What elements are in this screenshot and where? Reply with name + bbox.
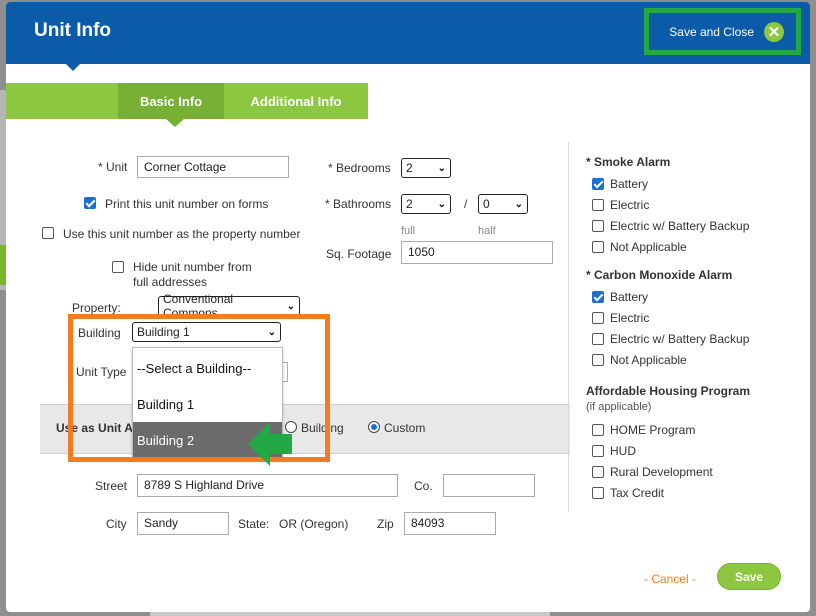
bedrooms-select[interactable]: 2 ⌄ (401, 158, 451, 178)
co-na-checkbox[interactable] (592, 354, 604, 366)
home-program-label: HOME Program (610, 423, 696, 437)
state-value: OR (Oregon) (279, 517, 349, 531)
state-label: State: (238, 517, 270, 531)
street-label: Street (95, 479, 128, 493)
tab-additional-info[interactable]: Additional Info (224, 83, 368, 119)
active-tab-indicator (166, 119, 184, 127)
modal-title: Unit Info (34, 20, 112, 41)
radio-custom[interactable] (368, 421, 380, 433)
bathrooms-half-value: 0 (483, 197, 490, 211)
smoke-battery-checkbox[interactable] (592, 178, 604, 190)
use-as-property-label: Use this unit number as the property num… (63, 227, 301, 241)
chevron-down-icon: ⌄ (514, 198, 523, 210)
home-program-checkbox[interactable] (592, 424, 604, 436)
radio-custom-label: Custom (384, 421, 426, 435)
smoke-na-label: Not Applicable (610, 240, 687, 254)
smoke-na-checkbox[interactable] (592, 241, 604, 253)
print-unit-checkbox[interactable] (84, 197, 96, 209)
pointer-arrow-icon (248, 422, 292, 466)
hud-label: HUD (610, 444, 636, 458)
bathrooms-half-select[interactable]: 0 ⌄ (478, 194, 528, 214)
hide-unit-label-line2: full addresses (133, 275, 208, 289)
rural-development-checkbox[interactable] (592, 466, 604, 478)
smoke-battery-label: Battery (610, 177, 649, 191)
county-input[interactable] (443, 474, 535, 497)
chevron-down-icon: ⌄ (437, 198, 446, 210)
cancel-link[interactable]: - Cancel - (644, 572, 696, 586)
chevron-down-icon: ⌄ (286, 300, 295, 312)
header-notch (64, 62, 82, 71)
zip-label: Zip (377, 517, 394, 531)
hud-checkbox[interactable] (592, 445, 604, 457)
print-unit-label: Print this unit number on forms (105, 197, 269, 211)
smoke-electric-backup-checkbox[interactable] (592, 220, 604, 232)
chevron-down-icon: ⌄ (437, 162, 446, 174)
street-input[interactable]: 8789 S Highland Drive (137, 474, 398, 497)
bathrooms-half-label: half (478, 225, 496, 237)
co-battery-label: Battery (610, 290, 649, 304)
bathrooms-full-label: full (401, 225, 416, 237)
use-as-property-checkbox[interactable] (42, 227, 54, 239)
co-electric-checkbox[interactable] (592, 312, 604, 324)
co-electric-backup-label: Electric w/ Battery Backup (610, 332, 750, 346)
bathrooms-label: * Bathrooms (325, 197, 392, 211)
smoke-electric-backup-label: Electric w/ Battery Backup (610, 219, 750, 233)
tabs-bar: Basic Info Additional Info (6, 83, 368, 119)
smoke-electric-checkbox[interactable] (592, 199, 604, 211)
unit-input[interactable]: Corner Cottage (137, 156, 289, 178)
close-icon: ✕ (764, 21, 784, 42)
co-electric-label: Electric (610, 311, 650, 325)
bathrooms-full-select[interactable]: 2 ⌄ (401, 194, 451, 214)
bathrooms-full-value: 2 (406, 197, 413, 211)
tax-credit-label: Tax Credit (610, 486, 665, 500)
smoke-electric-label: Electric (610, 198, 650, 212)
city-label: City (106, 517, 127, 531)
save-and-close-button[interactable]: Save and Close ✕ (644, 8, 801, 55)
hide-unit-label-line1: Hide unit number from (133, 260, 252, 274)
tab-basic-info[interactable]: Basic Info (118, 83, 224, 119)
property-label: Property: (72, 301, 121, 315)
sq-footage-input[interactable]: 1050 (401, 241, 553, 264)
co-na-label: Not Applicable (610, 353, 687, 367)
column-divider (568, 142, 569, 512)
sq-footage-label: Sq. Footage (326, 247, 392, 261)
affordable-title: Affordable Housing Program (586, 384, 751, 398)
affordable-subtitle: (if applicable) (586, 401, 652, 413)
tax-credit-checkbox[interactable] (592, 487, 604, 499)
zip-input[interactable]: 84093 (404, 512, 496, 535)
property-select[interactable]: Conventional Commons ⌄ (158, 292, 300, 320)
modal-header: Unit Info Save and Close ✕ (6, 2, 810, 64)
county-label: Co. (414, 479, 433, 493)
bathrooms-separator: / (464, 197, 468, 211)
hide-unit-checkbox[interactable] (112, 261, 124, 273)
save-and-close-label: Save and Close (669, 24, 754, 39)
unit-info-modal: Unit Info Save and Close ✕ Basic Info Ad… (6, 2, 810, 612)
bedrooms-label: * Bedrooms (328, 161, 391, 175)
unit-label: * Unit (98, 160, 128, 174)
co-electric-backup-checkbox[interactable] (592, 333, 604, 345)
co-battery-checkbox[interactable] (592, 291, 604, 303)
rural-development-label: Rural Development (610, 465, 713, 479)
smoke-alarm-title: * Smoke Alarm (586, 155, 671, 169)
city-input[interactable]: Sandy (137, 512, 229, 535)
co-alarm-title: * Carbon Monoxide Alarm (586, 268, 733, 282)
bedrooms-value: 2 (406, 161, 413, 175)
save-button[interactable]: Save (717, 563, 781, 590)
